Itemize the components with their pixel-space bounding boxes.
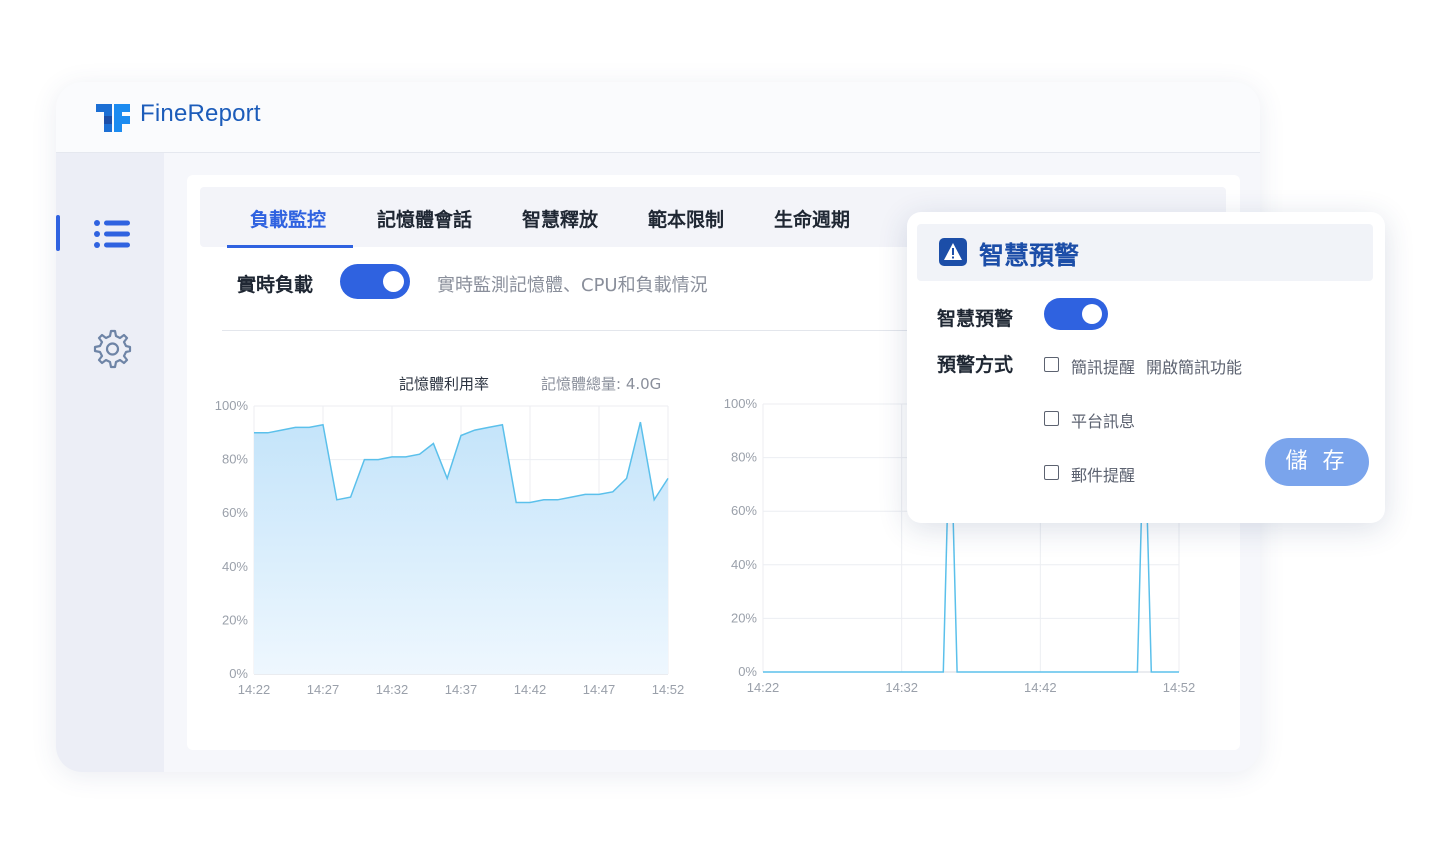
- memory-usage-chart: 0% 20% 40% 60% 80% 100% 14:22 14:27 14:32 14:37 14…: [215, 398, 685, 697]
- x-tick-label: 14:47: [583, 682, 616, 697]
- x-tick-label: 14:42: [514, 682, 547, 697]
- y-tick-label: 80%: [731, 450, 757, 465]
- toggle-knob: [383, 271, 404, 292]
- alert-method-label: 預警方式: [937, 354, 1014, 376]
- top-bar: FineReport: [56, 82, 1260, 153]
- active-tab-underline: [227, 245, 353, 248]
- y-tick-label: 20%: [222, 612, 248, 627]
- tab-smart-release[interactable]: 智慧釋放: [522, 205, 598, 232]
- gear-icon[interactable]: [90, 327, 132, 369]
- sidebar-active-indicator: [56, 215, 60, 251]
- sidebar: [56, 153, 164, 772]
- realtime-load-toggle[interactable]: [340, 264, 410, 299]
- y-tick-label: 100%: [724, 396, 758, 411]
- memory-total-label: 記憶體總量: 4.0G: [541, 375, 662, 393]
- sms-alert-checkbox[interactable]: [1044, 357, 1059, 372]
- memory-chart-title: 記憶體利用率: [399, 375, 490, 393]
- y-tick-label: 0%: [738, 664, 757, 679]
- email-alert-checkbox[interactable]: [1044, 465, 1059, 480]
- x-tick-label: 14:37: [445, 682, 478, 697]
- x-tick-label: 14:22: [747, 680, 780, 695]
- x-tick-label: 14:22: [238, 682, 271, 697]
- x-tick-label: 14:32: [376, 682, 409, 697]
- x-tick-label: 14:52: [652, 682, 685, 697]
- y-tick-label: 40%: [222, 559, 248, 574]
- sms-alert-label: 簡訊提醒: [1071, 358, 1136, 377]
- warning-icon: [939, 238, 967, 266]
- tab-template-limit[interactable]: 範本限制: [648, 205, 724, 232]
- smart-alert-popup: 智慧預警 智慧預警 預警方式 簡訊提醒 開啟簡訊功能 平台訊息 郵件提醒 儲 存: [907, 212, 1385, 523]
- realtime-load-label: 實時負載: [237, 274, 314, 296]
- y-tick-label: 20%: [731, 610, 757, 625]
- toggle-knob: [1082, 304, 1102, 324]
- x-tick-label: 14:27: [307, 682, 340, 697]
- y-tick-label: 60%: [731, 503, 757, 518]
- smart-alert-toggle[interactable]: [1044, 298, 1108, 330]
- x-tick-label: 14:52: [1163, 680, 1196, 695]
- y-tick-label: 40%: [731, 557, 757, 572]
- platform-message-checkbox[interactable]: [1044, 411, 1059, 426]
- y-tick-label: 100%: [215, 398, 249, 413]
- x-tick-label: 14:32: [885, 680, 918, 695]
- enable-sms-link[interactable]: 開啟簡訊功能: [1146, 354, 1242, 378]
- platform-message-label: 平台訊息: [1071, 412, 1136, 431]
- x-tick-label: 14:42: [1024, 680, 1057, 695]
- tab-memory-session[interactable]: 記憶體會話: [377, 205, 472, 232]
- smart-alert-label: 智慧預警: [937, 308, 1014, 330]
- popup-title: 智慧預警: [979, 241, 1080, 270]
- realtime-description: 實時監測記憶體、CPU和負載情況: [437, 275, 708, 296]
- tab-lifecycle[interactable]: 生命週期: [774, 205, 850, 232]
- save-button[interactable]: 儲 存: [1265, 438, 1369, 486]
- finereport-logo: [96, 104, 130, 132]
- tab-load-monitor[interactable]: 負載監控: [250, 205, 326, 232]
- email-alert-label: 郵件提醒: [1071, 466, 1136, 485]
- brand-name: FineReport: [140, 100, 261, 127]
- y-tick-label: 0%: [229, 666, 248, 681]
- popup-header: 智慧預警: [917, 224, 1373, 281]
- y-tick-label: 80%: [222, 452, 248, 467]
- y-tick-label: 60%: [222, 505, 248, 520]
- list-icon[interactable]: [92, 219, 132, 249]
